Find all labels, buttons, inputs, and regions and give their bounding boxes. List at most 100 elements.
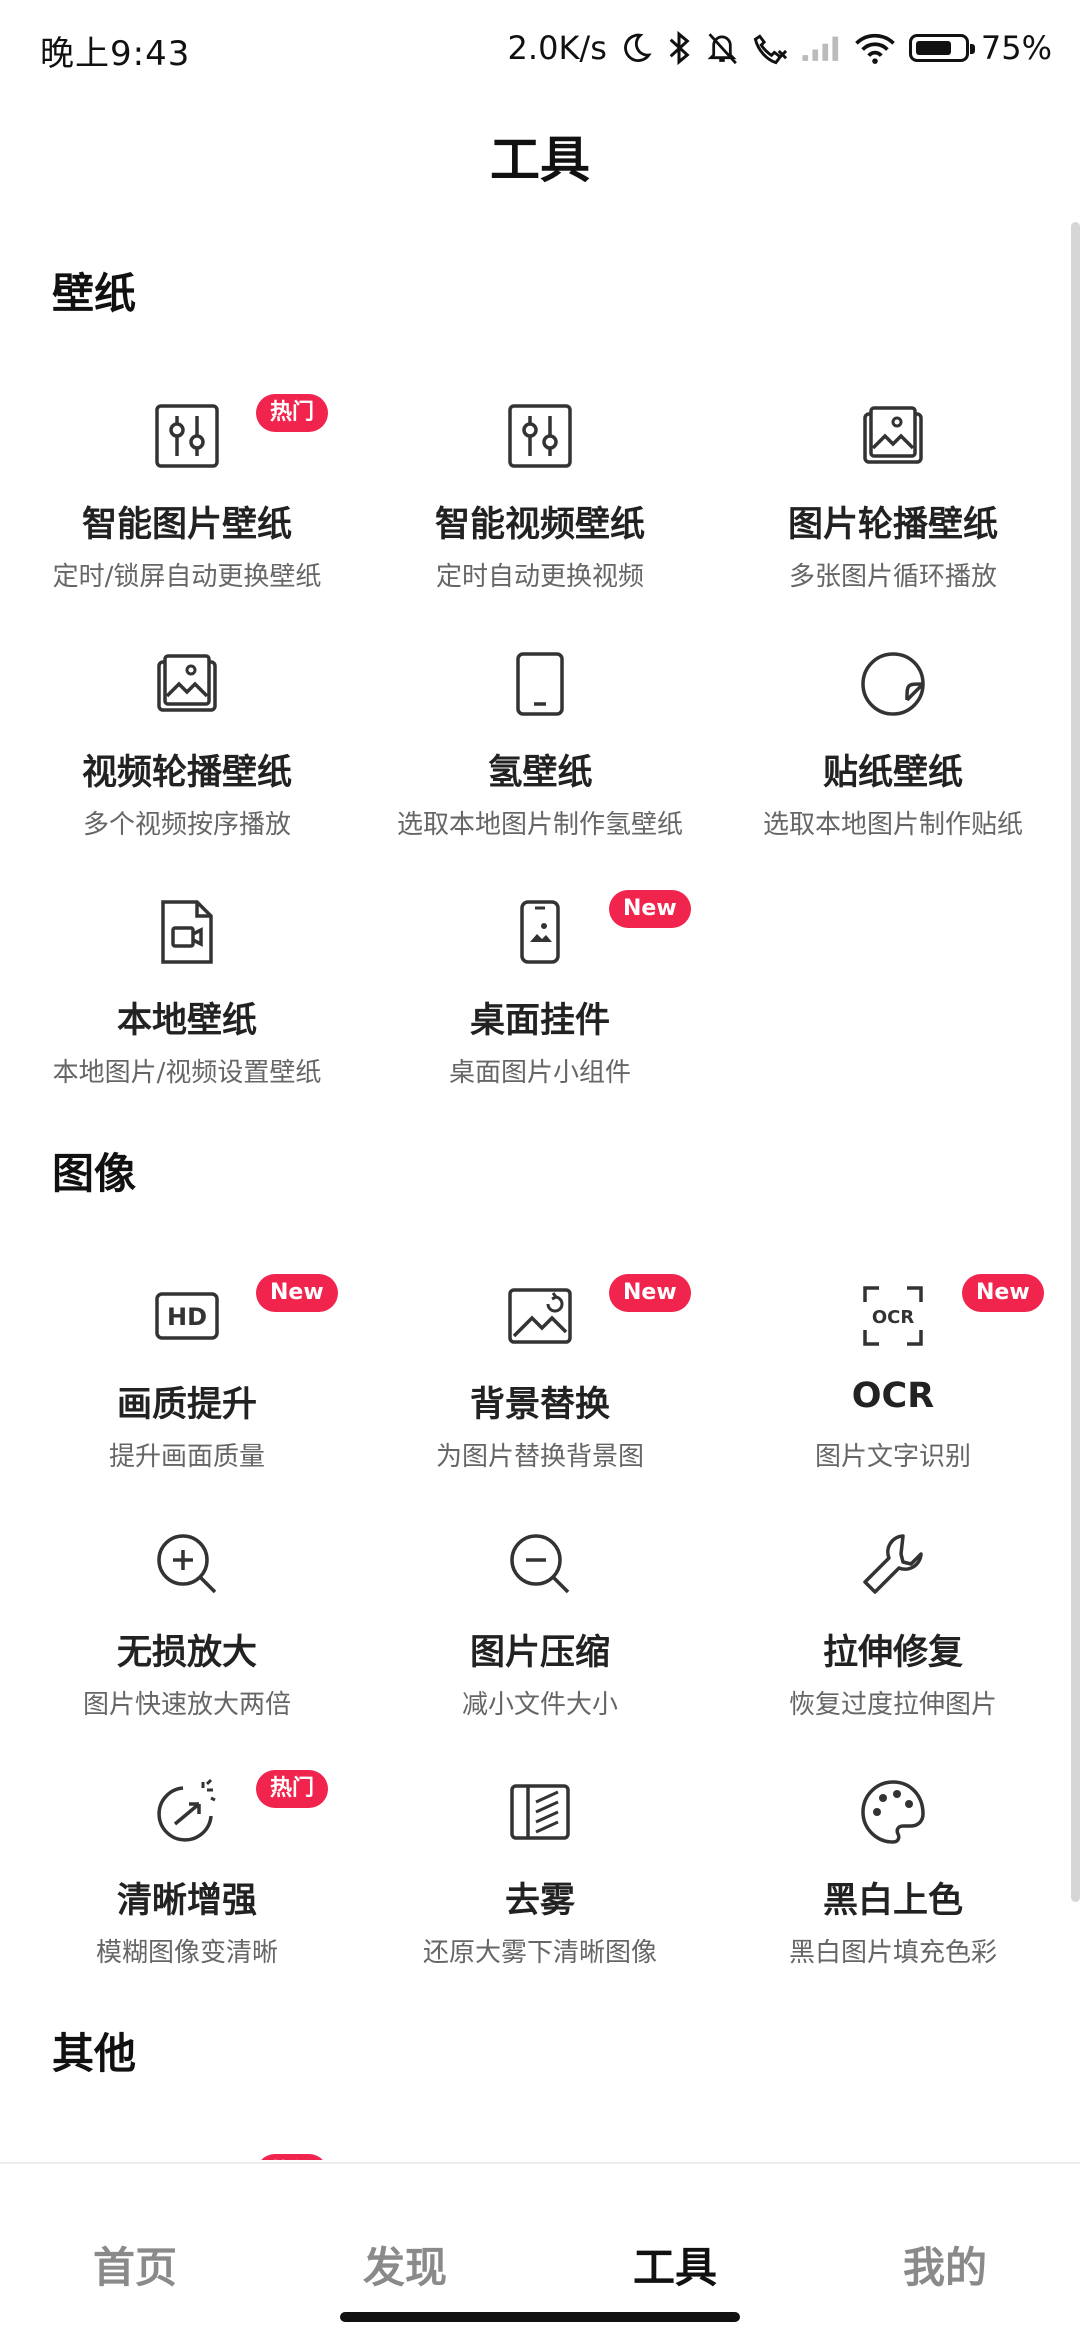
sparkle-enhance-icon [151,1776,223,1848]
tool-name: 去雾 [504,1881,575,1921]
nav-discover[interactable]: 发现 [270,2234,540,2295]
badge-new: New [962,1274,1044,1312]
palette-icon [857,1776,929,1848]
tool-other-1[interactable]: 热门 [10,2120,364,2160]
tool-name: 视频轮播壁纸 [81,753,292,793]
zoom-in-icon [151,1528,223,1600]
signal-icon [801,33,841,63]
svg-text:HD: HD [167,1303,207,1331]
tool-name: 桌面挂件 [469,1001,610,1041]
home-indicator[interactable] [340,2312,740,2322]
dehaze-icon [504,1776,576,1848]
tool-desc: 定时/锁屏自动更换壁纸 [52,562,322,592]
status-icons: 2.0K/s 75% [508,24,1052,72]
badge-new: New [256,1274,338,1312]
tool-name: OCR [851,1376,935,1416]
phone-widget-icon [504,896,576,968]
sliders-icon [504,400,576,472]
tool-image-compress[interactable]: 图片压缩 减小文件大小 [363,1488,717,1728]
tool-name: 贴纸壁纸 [822,753,963,793]
badge-new: New [609,1274,691,1312]
section-title-image: 图像 [52,1149,137,1198]
tool-local-wallpaper[interactable]: 本地壁纸 本地图片/视频设置壁纸 [10,856,364,1096]
tool-dehaze[interactable]: 去雾 还原大雾下清晰图像 [363,1736,717,1976]
tool-image-carousel-wallpaper[interactable]: 图片轮播壁纸 多张图片循环播放 [716,360,1070,600]
tool-desktop-widget[interactable]: New 桌面挂件 桌面图片小组件 [363,856,717,1096]
tool-name: 图片轮播壁纸 [787,505,998,545]
tool-name: 画质提升 [116,1385,257,1425]
tool-sharpen-enhance[interactable]: 热门 清晰增强 模糊图像变清晰 [10,1736,364,1976]
section-image: 图像 HD New 画质提升 提升画面质量 New 背景替换 为图片替换背景图 … [0,1140,1080,1968]
network-speed: 2.0K/s [507,29,607,67]
tool-desc: 本地图片/视频设置壁纸 [52,1058,322,1088]
status-time: 晚上9:43 [40,34,191,74]
tool-stretch-repair[interactable]: 拉伸修复 恢复过度拉伸图片 [716,1488,1070,1728]
tool-smart-video-wallpaper[interactable]: 智能视频壁纸 定时自动更换视频 [363,360,717,600]
wrench-icon [857,1528,929,1600]
sliders-icon [151,400,223,472]
image-stack-icon [151,648,223,720]
badge-hot: 热门 [256,2154,329,2160]
tool-name: 无损放大 [116,1633,257,1673]
tool-lossless-enlarge[interactable]: 无损放大 图片快速放大两倍 [10,1488,364,1728]
image-replace-icon [504,1280,576,1352]
tools-content: 壁纸 热门 智能图片壁纸 定时/锁屏自动更换壁纸 智能视频壁纸 定时自动更换视频… [0,230,1080,2160]
status-bar: 晚上9:43 2.0K/s 75% [0,0,1080,100]
svg-text:OCR: OCR [872,1307,915,1328]
call-icon [751,30,789,66]
tool-video-carousel-wallpaper[interactable]: 视频轮播壁纸 多个视频按序播放 [10,608,364,848]
sticker-icon [857,648,929,720]
tool-sticker-wallpaper[interactable]: 贴纸壁纸 选取本地图片制作贴纸 [716,608,1070,848]
tablet-icon [504,648,576,720]
tool-desc: 模糊图像变清晰 [95,1938,278,1968]
moon-icon [619,31,653,65]
tool-desc: 定时自动更换视频 [435,562,644,592]
tool-desc: 图片快速放大两倍 [82,1690,291,1720]
badge-hot: 热门 [256,394,329,432]
tool-desc: 多个视频按序播放 [82,810,291,840]
image-stack-icon [857,400,929,472]
tool-hydrogen-wallpaper[interactable]: 氢壁纸 选取本地图片制作氢壁纸 [363,608,717,848]
tool-name: 本地壁纸 [116,1001,257,1041]
section-other: 其他 热门 [0,2020,1080,2160]
tool-desc: 桌面图片小组件 [448,1058,631,1088]
video-file-icon [151,896,223,968]
badge-hot: 热门 [256,1770,329,1808]
section-title-wallpaper: 壁纸 [52,269,137,318]
page-title: 工具 [490,131,590,189]
tool-desc: 多张图片循环播放 [788,562,997,592]
tool-desc: 恢复过度拉伸图片 [788,1690,997,1720]
ocr-icon: OCR [857,1280,929,1352]
tool-desc: 还原大雾下清晰图像 [422,1938,657,1968]
tool-desc: 选取本地图片制作贴纸 [762,810,1023,840]
tool-ocr[interactable]: OCR New OCR 图片文字识别 [716,1240,1070,1480]
tool-name: 清晰增强 [116,1881,257,1921]
tool-desc: 为图片替换背景图 [435,1442,644,1472]
tool-desc: 提升画面质量 [108,1442,265,1472]
nav-tools[interactable]: 工具 [540,2234,810,2295]
tool-other-2[interactable] [363,2120,717,2160]
tool-name: 氢壁纸 [487,753,593,793]
tool-name: 背景替换 [469,1385,610,1425]
tool-name: 智能视频壁纸 [434,505,645,545]
tool-background-replace[interactable]: New 背景替换 为图片替换背景图 [363,1240,717,1480]
tool-desc: 减小文件大小 [461,1690,618,1720]
tool-other-3[interactable] [716,2120,1070,2160]
nav-home[interactable]: 首页 [0,2234,270,2295]
tool-desc: 黑白图片填充色彩 [788,1938,997,1968]
tool-desc: 图片文字识别 [814,1442,971,1472]
wifi-icon [853,31,897,65]
battery-percent: 75% [980,29,1052,67]
nav-mine[interactable]: 我的 [810,2234,1080,2295]
section-title-other: 其他 [52,2029,137,2078]
battery-icon [908,34,975,62]
tool-colorize[interactable]: 黑白上色 黑白图片填充色彩 [716,1736,1070,1976]
tool-name: 智能图片壁纸 [81,505,292,545]
bluetooth-icon [665,30,693,66]
tool-name: 拉伸修复 [822,1633,963,1673]
tool-smart-image-wallpaper[interactable]: 热门 智能图片壁纸 定时/锁屏自动更换壁纸 [10,360,364,600]
hd-icon: HD [151,1280,223,1352]
tool-desc: 选取本地图片制作氢壁纸 [396,810,683,840]
tool-quality-upscale[interactable]: HD New 画质提升 提升画面质量 [10,1240,364,1480]
bell-off-icon [705,30,739,66]
